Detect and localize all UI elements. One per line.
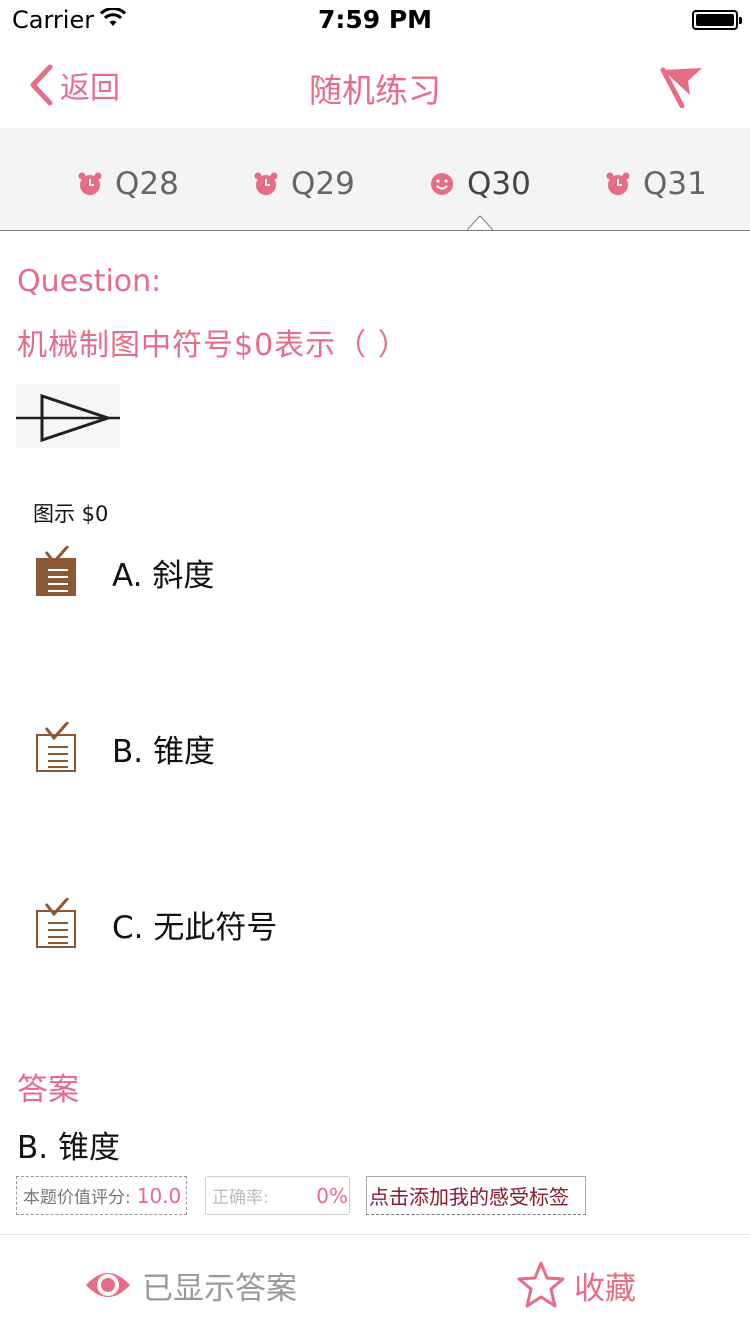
answer-text: B. 锥度 [17, 1130, 120, 1166]
eye-icon [84, 1265, 132, 1305]
image-caption: 图示 $0 [33, 502, 109, 526]
accuracy-label: 正确率: [212, 1188, 269, 1208]
option-label: B. 锥度 [112, 733, 215, 770]
flag-icon [660, 67, 702, 109]
tab-q28[interactable]: Q28 [77, 164, 179, 204]
bottom-toolbar: 已显示答案 收藏 [0, 1234, 750, 1335]
tab-q31[interactable]: Q31 [605, 164, 707, 204]
tab-label: Q31 [643, 166, 707, 202]
alarm-clock-icon [77, 171, 103, 197]
accuracy-box: 正确率: 0% [205, 1176, 350, 1215]
checklist-icon [34, 898, 78, 950]
option-label: A. 斜度 [112, 557, 215, 594]
question-text: 机械制图中符号$0表示（ ） [17, 328, 409, 363]
score-box: 本题价值评分: 10.0 [16, 1176, 187, 1215]
back-button-label: 返回 [60, 71, 120, 106]
add-feeling-tag-button[interactable]: 点击添加我的感受标签 [366, 1176, 586, 1215]
show-answer-label: 已显示答案 [142, 1270, 297, 1307]
question-symbol-image [16, 384, 120, 448]
active-tab-indicator [467, 215, 493, 231]
checklist-filled-icon [34, 546, 78, 598]
option-a[interactable]: A. 斜度 [34, 544, 634, 600]
star-outline-icon [516, 1260, 566, 1310]
battery-icon [692, 10, 742, 30]
alarm-clock-icon [605, 171, 631, 197]
answer-meta-row: 本题价值评分: 10.0 正确率: 0% 点击添加我的感受标签 [16, 1176, 736, 1217]
checklist-icon [34, 722, 78, 774]
tab-label: Q29 [291, 166, 355, 202]
accuracy-value: 0% [316, 1183, 348, 1208]
tab-overflow-mark: ' [0, 168, 2, 192]
question-heading: Question: [17, 264, 162, 299]
option-c[interactable]: C. 无此符号 [34, 896, 634, 952]
score-value: 10.0 [136, 1183, 182, 1208]
answer-heading: 答案 [17, 1072, 79, 1108]
tab-label: Q30 [467, 166, 531, 202]
show-answer-button[interactable]: 已显示答案 [84, 1259, 297, 1311]
status-bar: Carrier 7:59 PM [0, 0, 750, 40]
score-label: 本题价值评分: [23, 1188, 131, 1208]
question-tab-strip[interactable]: ' Q28 Q29 Q30 [0, 128, 750, 231]
smiley-icon [429, 171, 455, 197]
option-b[interactable]: B. 锥度 [34, 720, 634, 776]
tab-q30[interactable]: Q30 [429, 164, 531, 204]
back-button[interactable]: 返回 [28, 62, 120, 108]
report-button[interactable] [660, 64, 704, 112]
option-label: C. 无此符号 [112, 909, 278, 946]
tab-q29[interactable]: Q29 [253, 164, 355, 204]
tab-label: Q28 [115, 166, 179, 202]
favorite-label: 收藏 [574, 1270, 636, 1307]
clock-label: 7:59 PM [317, 5, 433, 34]
navigation-bar: 返回 随机练习 [0, 40, 750, 128]
favorite-button[interactable]: 收藏 [516, 1259, 636, 1311]
alarm-clock-icon [253, 171, 279, 197]
chevron-left-icon [30, 64, 53, 106]
